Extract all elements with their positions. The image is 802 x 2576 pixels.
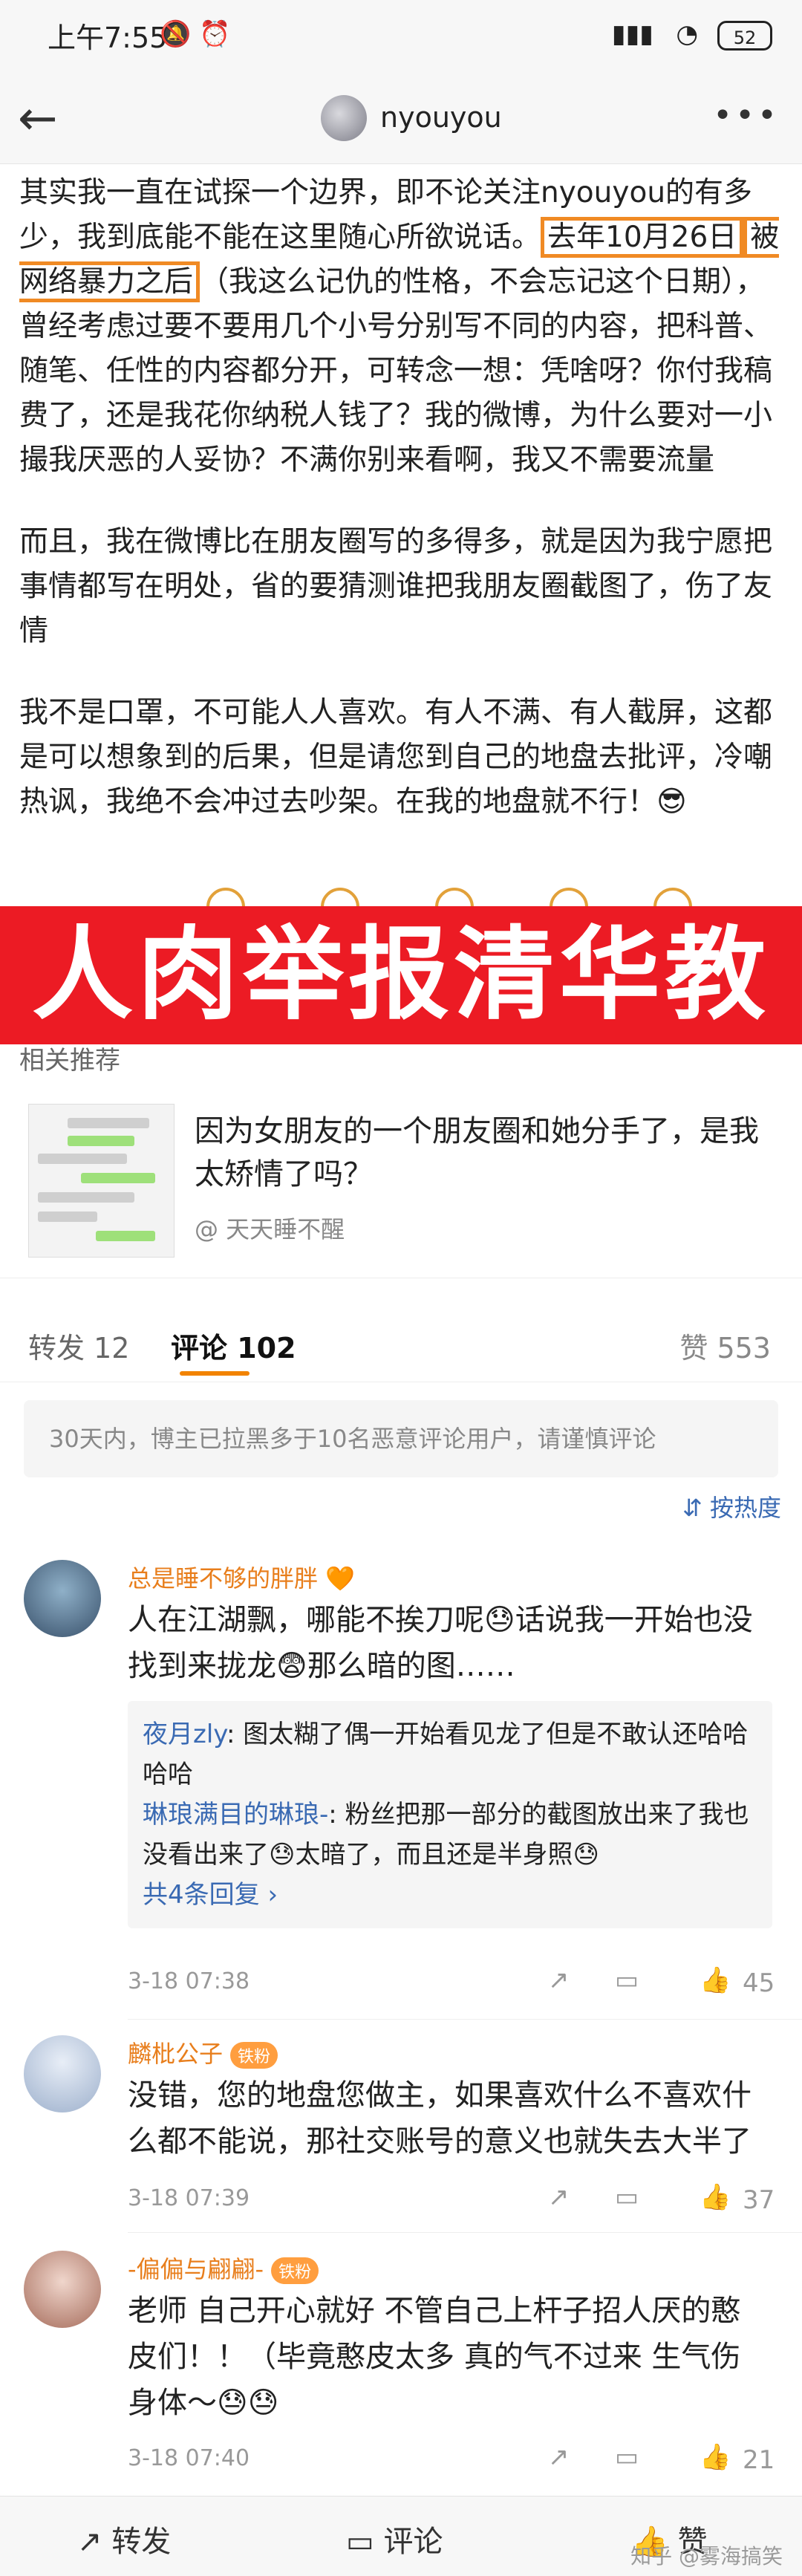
share-icon[interactable]: ↗ xyxy=(548,2182,570,2212)
related-source: @ 天天睡不醒 xyxy=(195,1215,345,1243)
status-bar: 上午7:55 🔕 ⏰ ▮▮▮ ◔ 52 xyxy=(0,0,802,74)
active-tab-indicator xyxy=(180,1371,250,1376)
like-count: 45 xyxy=(743,1968,775,1998)
watermark: 知乎 @雾海搞笑 xyxy=(630,2544,783,2569)
tab-likes[interactable]: 赞 553 xyxy=(679,1325,771,1366)
like-count: 21 xyxy=(743,2445,775,2475)
avatar[interactable] xyxy=(24,2251,101,2328)
post-paragraph-2: 而且，我在微博比在朋友圈写的多得多，就是因为我宁愿把事情都写在明处，省的要猜测谁… xyxy=(19,525,773,648)
comment-icon: ▭ xyxy=(346,2525,384,2559)
author-avatar[interactable] xyxy=(321,95,367,141)
reply-icon[interactable]: ▭ xyxy=(615,2442,639,2472)
signal-icon: ▮▮▮ xyxy=(611,19,653,49)
comment-text: 没错，您的地盘您做主，如果喜欢什么不喜欢什么都不能说，那社交账号的意义也就失去大… xyxy=(128,2078,752,2159)
like-icon[interactable]: 👍 xyxy=(700,1965,731,1995)
battery-indicator: 52 xyxy=(717,21,772,51)
reply-item: 琳琅满目的琳琅-: 粉丝把那一部分的截图放出来了我也没看出来了😓太暗了，而且还是… xyxy=(143,1800,749,1870)
wifi-icon: ◔ xyxy=(676,19,698,49)
comment-time: 3-18 07:40 xyxy=(128,2445,250,2471)
related-label: 相关推荐 xyxy=(19,1046,120,1076)
tab-reposts[interactable]: 转发 12 xyxy=(28,1325,129,1366)
share-icon[interactable]: ↗ xyxy=(548,1965,570,1995)
reply-preview[interactable]: 夜月zly: 图太糊了偶一开始看见龙了但是不敢认还哈哈哈哈 琳琅满目的琳琅-: … xyxy=(128,1701,772,1928)
reply-icon[interactable]: ▭ xyxy=(615,1965,639,1995)
reply-icon[interactable]: ▭ xyxy=(615,2182,639,2212)
avatar[interactable] xyxy=(24,2035,101,2112)
comment-button[interactable]: ▭ 评论 xyxy=(346,2517,443,2560)
author-name[interactable]: nyouyou xyxy=(380,101,502,134)
post-content: 其实我一直在试探一个边界，即不论关注nyouyou的有多少，我到底能不能在这里随… xyxy=(19,171,784,862)
related-thumbnail xyxy=(28,1104,175,1258)
comment-notice: 30天内，博主已拉黑多于10名恶意评论用户，请谨慎评论 xyxy=(24,1400,778,1477)
nav-bar: ← nyouyou ••• xyxy=(0,74,802,164)
divider xyxy=(128,2019,802,2020)
highlight-date: 去年10月26日 xyxy=(541,217,744,258)
more-options-icon[interactable]: ••• xyxy=(713,97,780,134)
related-post-card[interactable]: 因为女朋友的一个朋友圈和她分手了，是我太矫情了吗？ @ 天天睡不醒 xyxy=(0,1092,802,1278)
comment-time: 3-18 07:38 xyxy=(128,1968,250,1994)
share-icon[interactable]: ↗ xyxy=(548,2442,570,2472)
reply-item: 夜月zly: 图太糊了偶一开始看见龙了但是不敢认还哈哈哈哈 xyxy=(143,1720,749,1789)
sort-icon: ⇵ xyxy=(682,1494,710,1522)
comment-author[interactable]: 总是睡不够的胖胖 🧡 xyxy=(128,1560,355,1594)
like-icon[interactable]: 👍 xyxy=(700,2182,731,2212)
fan-badge: 铁粉 xyxy=(230,2042,278,2069)
emoji-icon: 🧡 xyxy=(318,1564,356,1593)
repost-button[interactable]: ↗ 转发 xyxy=(77,2517,171,2560)
alarm-icon: ⏰ xyxy=(199,19,231,49)
comment-text: 人在江湖飘，哪能不挨刀呢😓话说我一开始也没找到来拢龙😨那么暗的图…… xyxy=(128,1603,753,1683)
like-count: 37 xyxy=(743,2185,775,2215)
status-time: 上午7:55 xyxy=(48,22,168,54)
post-tabs: 转发 12 评论 102 赞 553 xyxy=(0,1307,802,1382)
comment-time: 3-18 07:39 xyxy=(128,2185,250,2211)
like-icon[interactable]: 👍 xyxy=(700,2442,731,2472)
comment-author[interactable]: 麟枇公子 铁粉 xyxy=(128,2035,278,2069)
reply-author[interactable]: 琳琅满目的琳琅- xyxy=(143,1800,328,1829)
caption-banner: 人肉举报清华教授 xyxy=(0,906,802,1172)
reply-author[interactable]: 夜月zly xyxy=(143,1720,226,1749)
avatar[interactable] xyxy=(24,1560,101,1637)
post-paragraph-3: 我不是口罩，不可能人人喜欢。有人不满、有人截屏，这都是可以想象到的后果，但是请您… xyxy=(19,696,773,819)
view-more-replies-link[interactable]: 共4条回复 › xyxy=(143,1875,757,1915)
post-paragraph-1: 其实我一直在试探一个边界，即不论关注nyouyou的有多少，我到底能不能在这里随… xyxy=(19,176,780,477)
back-arrow-icon[interactable]: ← xyxy=(18,89,77,149)
fan-badge: 铁粉 xyxy=(271,2257,319,2284)
sort-by-popularity-button[interactable]: ⇵ 按热度 xyxy=(682,1489,781,1523)
comment-text: 老师 自己开心就好 不管自己上杆子招人厌的憨皮们！！（毕竟憨皮太多 真的气不过来… xyxy=(128,2294,741,2420)
divider xyxy=(128,2232,802,2233)
tab-comments[interactable]: 评论 102 xyxy=(171,1325,296,1366)
comment-author[interactable]: -偏偏与翩翩- 铁粉 xyxy=(128,2251,319,2285)
repost-icon: ↗ xyxy=(77,2525,112,2559)
related-title[interactable]: 因为女朋友的一个朋友圈和她分手了，是我太矫情了吗？ xyxy=(195,1110,781,1196)
mute-icon: 🔕 xyxy=(160,19,192,49)
